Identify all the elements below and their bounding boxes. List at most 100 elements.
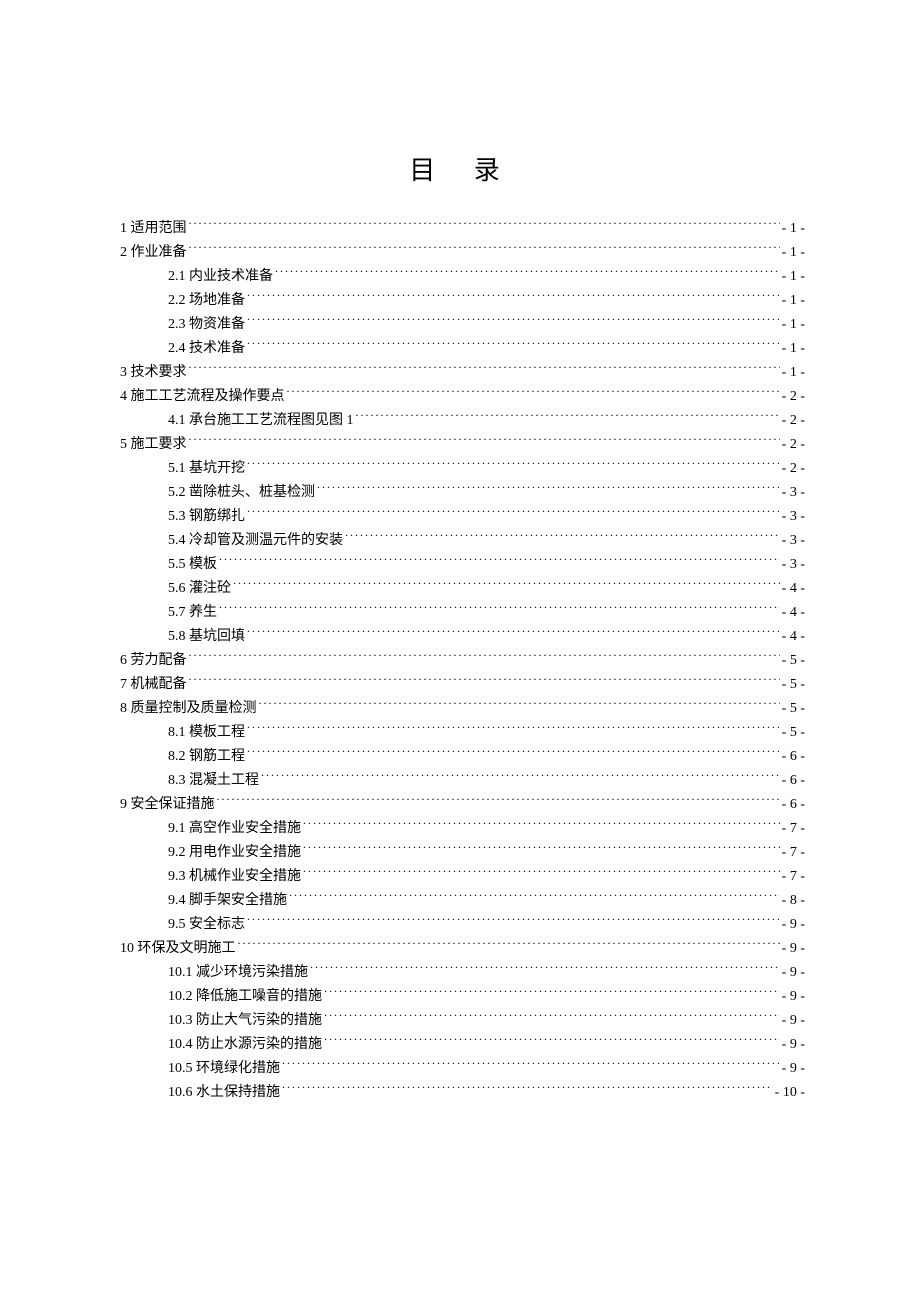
toc-text: 安全保证措施	[127, 797, 215, 812]
toc-label: 2.1 内业技术准备	[168, 265, 273, 289]
toc-label: 8 质量控制及质量检测	[120, 697, 257, 721]
toc-leader-dots	[247, 914, 780, 928]
toc-page-number: - 4 -	[782, 601, 805, 625]
toc-page-number: - 1 -	[782, 337, 805, 361]
toc-page-number: - 1 -	[782, 289, 805, 313]
toc-number: 10.5	[168, 1057, 193, 1081]
toc-text: 脚手架安全措施	[186, 893, 288, 908]
toc-label: 9.3 机械作业安全措施	[168, 865, 301, 889]
toc-page-number: - 7 -	[782, 817, 805, 841]
toc-page-number: - 9 -	[782, 961, 805, 985]
toc-leader-dots	[247, 746, 780, 760]
toc-label: 5 施工要求	[120, 433, 187, 457]
toc-text: 内业技术准备	[186, 269, 274, 284]
toc-leader-dots	[189, 218, 780, 232]
toc-page-number: - 10 -	[775, 1081, 805, 1105]
toc-label: 10 环保及文明施工	[120, 937, 236, 961]
toc-text: 冷却管及测温元件的安装	[186, 533, 344, 548]
toc-number: 5.5	[168, 553, 186, 577]
toc-text: 降低施工噪音的措施	[193, 989, 323, 1004]
toc-text: 基坑开挖	[186, 461, 246, 476]
toc-entry: 8.2 钢筋工程 - 6 -	[120, 745, 805, 769]
toc-number: 9.2	[168, 841, 186, 865]
toc-number: 10.1	[168, 961, 193, 985]
toc-leader-dots	[303, 818, 780, 832]
toc-number: 8.3	[168, 769, 186, 793]
toc-entry: 5.2 凿除桩头、桩基检测- 3 -	[120, 481, 805, 505]
toc-number: 9.4	[168, 889, 186, 913]
toc-text: 钢筋绑扎	[186, 509, 246, 524]
toc-page-number: - 1 -	[782, 241, 805, 265]
toc-page-number: - 9 -	[782, 937, 805, 961]
toc-leader-dots	[247, 722, 780, 736]
toc-text: 适用范围	[127, 221, 187, 236]
toc-label: 4 施工工艺流程及操作要点	[120, 385, 285, 409]
toc-entry: 10.6 水土保持措施- 10 -	[120, 1081, 805, 1105]
toc-page-number: - 6 -	[782, 745, 805, 769]
toc-entry: 5 施工要求 - 2 -	[120, 433, 805, 457]
toc-entry: 5.4 冷却管及测温元件的安装- 3 -	[120, 529, 805, 553]
toc-text: 灌注砼	[186, 581, 232, 596]
toc-page-number: - 1 -	[782, 265, 805, 289]
toc-entry: 5.6 灌注砼- 4 -	[120, 577, 805, 601]
toc-text: 质量控制及质量检测	[127, 701, 257, 716]
toc-number: 1	[120, 217, 127, 241]
toc-label: 5.6 灌注砼	[168, 577, 231, 601]
toc-label: 2 作业准备	[120, 241, 187, 265]
toc-label: 7 机械配备	[120, 673, 187, 697]
toc-label: 2.4 技术准备	[168, 337, 245, 361]
toc-label: 5.1 基坑开挖	[168, 457, 245, 481]
toc-number: 9.5	[168, 913, 186, 937]
toc-label: 8.2 钢筋工程	[168, 745, 245, 769]
toc-label: 9.2 用电作业安全措施	[168, 841, 301, 865]
toc-text: 用电作业安全措施	[186, 845, 302, 860]
toc-text: 钢筋工程	[186, 749, 246, 764]
toc-label: 2.3 物资准备	[168, 313, 245, 337]
toc-entry: 2 作业准备 - 1 -	[120, 241, 805, 265]
toc-label: 6 劳力配备	[120, 649, 187, 673]
toc-entry: 9.1 高空作业安全措施- 7 -	[120, 817, 805, 841]
toc-entry: 3 技术要求- 1 -	[120, 361, 805, 385]
toc-number: 5.1	[168, 457, 186, 481]
toc-leader-dots	[189, 674, 780, 688]
toc-page-number: - 5 -	[782, 721, 805, 745]
toc-text: 承台施工工艺流程图见图 1	[186, 413, 354, 428]
toc-page-number: - 2 -	[782, 409, 805, 433]
toc-entry: 9.5 安全标志- 9 -	[120, 913, 805, 937]
toc-page-number: - 5 -	[782, 649, 805, 673]
toc-text: 防止大气污染的措施	[193, 1013, 323, 1028]
toc-leader-dots	[345, 530, 780, 544]
toc-page-number: - 2 -	[782, 457, 805, 481]
toc-text: 凿除桩头、桩基检测	[186, 485, 316, 500]
toc-entry: 5.5 模板- 3 -	[120, 553, 805, 577]
toc-page-number: - 9 -	[782, 1057, 805, 1081]
toc-page-number: - 2 -	[782, 385, 805, 409]
toc-text: 劳力配备	[127, 653, 187, 668]
toc-entry: 9 安全保证措施- 6 -	[120, 793, 805, 817]
toc-number: 5.7	[168, 601, 186, 625]
toc-entry: 10 环保及文明施工 - 9 -	[120, 937, 805, 961]
toc-text: 减少环境污染措施	[193, 965, 309, 980]
toc-entry: 10.2 降低施工噪音的措施- 9 -	[120, 985, 805, 1009]
toc-leader-dots	[189, 362, 780, 376]
toc-page-number: - 2 -	[782, 433, 805, 457]
toc-page-number: - 3 -	[782, 529, 805, 553]
table-of-contents: 1 适用范围 - 1 - 2 作业准备 - 1 - 2.1 内业技术准备 - 1 - 2.2…	[120, 217, 805, 1105]
toc-leader-dots	[317, 482, 780, 496]
toc-text: 模板	[186, 557, 218, 572]
toc-page-number: - 6 -	[782, 769, 805, 793]
toc-leader-dots	[219, 602, 780, 616]
toc-number: 2.3	[168, 313, 186, 337]
toc-page-number: - 1 -	[782, 313, 805, 337]
toc-number: 2.2	[168, 289, 186, 313]
toc-page-number: - 7 -	[782, 865, 805, 889]
toc-entry: 8.1 模板工程- 5 -	[120, 721, 805, 745]
toc-page-number: - 5 -	[782, 697, 805, 721]
toc-leader-dots	[324, 1034, 780, 1048]
toc-number: 10.2	[168, 985, 193, 1009]
toc-leader-dots	[282, 1058, 780, 1072]
toc-leader-dots	[247, 458, 780, 472]
page-title: 目 录	[120, 150, 805, 187]
toc-page-number: - 8 -	[782, 889, 805, 913]
toc-page-number: - 3 -	[782, 481, 805, 505]
